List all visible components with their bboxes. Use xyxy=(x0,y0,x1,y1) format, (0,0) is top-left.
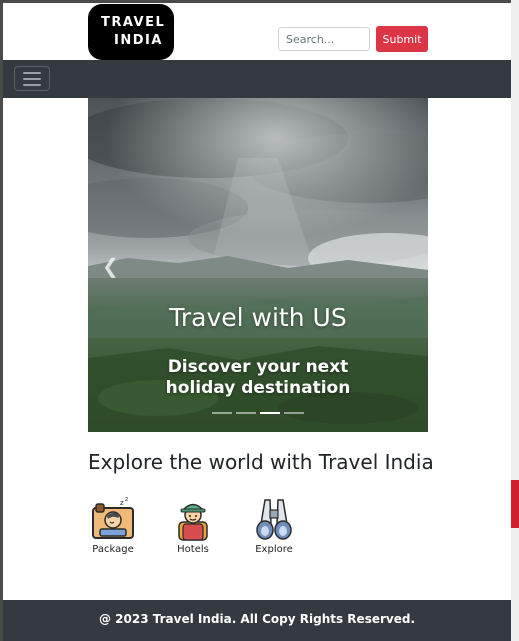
explore-link[interactable]: Explore xyxy=(244,496,304,555)
carousel-indicator[interactable] xyxy=(284,412,304,414)
chevron-left-icon[interactable]: ❮ xyxy=(102,256,122,276)
navbar-toggler-button[interactable] xyxy=(14,66,50,91)
binoculars-icon xyxy=(256,499,292,540)
traveler-backpack-icon xyxy=(178,503,208,541)
logo-line-india: INDIA xyxy=(114,33,163,48)
side-feedback-tab[interactable] xyxy=(511,480,519,528)
sleeping-suitcase-icon: z z xyxy=(92,496,134,539)
hamburger-menu-icon xyxy=(23,71,41,74)
site-logo[interactable]: TRAVEL INDIA xyxy=(88,4,174,60)
carousel-indicator-active[interactable] xyxy=(260,412,280,414)
hero-carousel: ❮ Travel with US Discover your next holi… xyxy=(88,98,428,432)
hotels-link[interactable]: Hotels xyxy=(163,496,223,555)
svg-text:z: z xyxy=(125,496,128,503)
carousel-indicators xyxy=(212,412,304,414)
explore-heading: Explore the world with Travel India xyxy=(88,450,434,474)
navbar xyxy=(3,60,511,98)
hotels-label: Hotels xyxy=(177,544,209,555)
carousel-caption-title: Travel with US xyxy=(169,303,347,332)
carousel-caption-subtitle: Discover your next holiday destination xyxy=(165,357,351,398)
window-frame-right xyxy=(511,0,519,641)
carousel-indicator[interactable] xyxy=(236,412,256,414)
package-label: Package xyxy=(92,544,134,555)
logo-line-travel: TRAVEL xyxy=(101,15,166,30)
footer: @ 2023 Travel India. All Copy Rights Res… xyxy=(3,600,511,641)
search-input[interactable] xyxy=(278,27,370,51)
svg-text:z: z xyxy=(120,499,124,507)
footer-copyright: @ 2023 Travel India. All Copy Rights Res… xyxy=(99,612,415,626)
package-link[interactable]: z z Package xyxy=(83,496,143,555)
explore-label: Explore xyxy=(255,544,293,555)
window-frame-top xyxy=(0,0,519,3)
submit-button[interactable]: Submit xyxy=(376,26,428,52)
carousel-indicator[interactable] xyxy=(212,412,232,414)
